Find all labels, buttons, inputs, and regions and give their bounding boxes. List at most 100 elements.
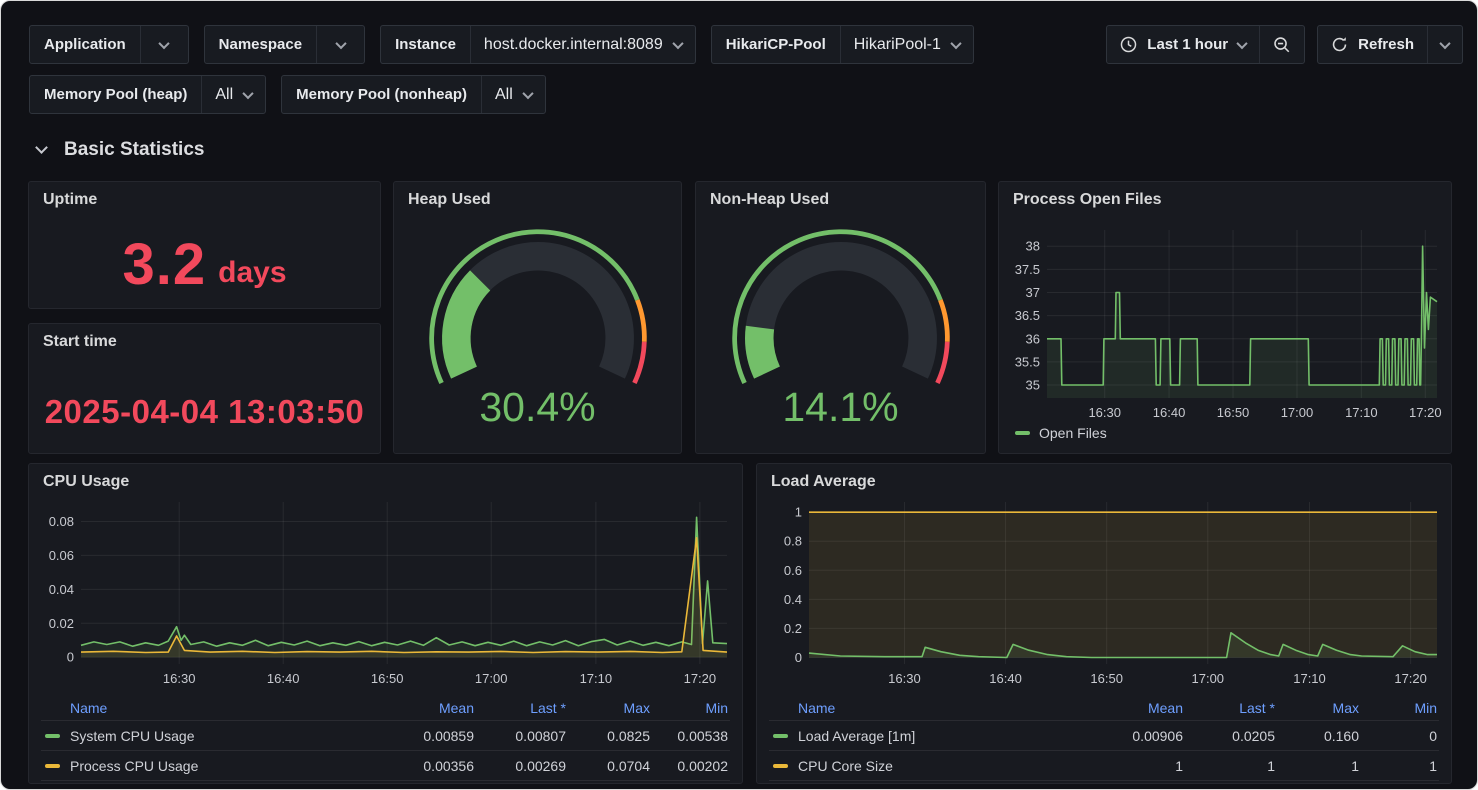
series-name[interactable]: CPU Core Size — [798, 758, 893, 774]
max-value: 0.160 — [1277, 728, 1361, 744]
series-swatch — [773, 764, 788, 768]
svg-text:0.4: 0.4 — [784, 592, 802, 607]
svg-text:0.04: 0.04 — [49, 582, 74, 597]
open-files-chart[interactable]: 16:3016:4016:5017:0017:1017:203535.53636… — [1003, 222, 1447, 424]
variable-memory-pool-heap-select[interactable]: All — [201, 76, 265, 113]
variables-row-2: Memory Pool (heap) All Memory Pool (nonh… — [29, 75, 546, 114]
last-value: 0.00807 — [476, 728, 568, 744]
uptime-stat: 3.2 days — [29, 220, 380, 308]
time-range-picker[interactable]: Last 1 hour — [1107, 26, 1259, 63]
panel-title[interactable]: Process Open Files — [1013, 191, 1162, 209]
start-time-value: 2025-04-04 13:03:50 — [29, 370, 380, 453]
svg-text:17:10: 17:10 — [1345, 405, 1378, 420]
legend-row-system-cpu: System CPU Usage 0.00859 0.00807 0.0825 … — [41, 721, 730, 751]
svg-text:16:30: 16:30 — [888, 671, 921, 686]
panel-title[interactable]: CPU Usage — [43, 473, 129, 491]
variable-memory-pool-nonheap[interactable]: Memory Pool (nonheap) All — [281, 75, 546, 114]
panel-heap-used: Heap Used 30.4% — [393, 181, 682, 454]
variable-memory-pool-heap[interactable]: Memory Pool (heap) All — [29, 75, 266, 114]
legend-col-mean[interactable]: Mean — [1089, 700, 1185, 716]
svg-text:17:00: 17:00 — [1281, 405, 1314, 420]
svg-text:0.8: 0.8 — [784, 534, 802, 549]
variable-application-select[interactable] — [140, 26, 188, 63]
chevron-down-icon — [522, 87, 533, 98]
chevron-down-icon — [159, 37, 170, 48]
legend-row-process-cpu: Process CPU Usage 0.00356 0.00269 0.0704… — [41, 751, 730, 781]
svg-text:36.5: 36.5 — [1015, 308, 1040, 323]
legend-col-last[interactable]: Last * — [1185, 700, 1277, 716]
legend-col-max[interactable]: Max — [1277, 700, 1361, 716]
panel-title[interactable]: Heap Used — [408, 191, 491, 209]
svg-text:16:40: 16:40 — [989, 671, 1022, 686]
svg-text:16:40: 16:40 — [1153, 405, 1186, 420]
legend-row-cpu-core-size: CPU Core Size 1 1 1 1 — [769, 751, 1439, 781]
chevron-down-icon — [335, 37, 346, 48]
zoom-out-icon — [1273, 36, 1291, 54]
series-name[interactable]: Load Average [1m] — [798, 728, 915, 744]
chevron-down-icon — [242, 87, 253, 98]
variable-namespace[interactable]: Namespace — [204, 25, 365, 64]
legend-row-load-average: Load Average [1m] 0.00906 0.0205 0.160 0 — [769, 721, 1439, 751]
variable-instance[interactable]: Instance host.docker.internal:8089 — [380, 25, 696, 64]
svg-text:35: 35 — [1026, 378, 1040, 393]
panel-title[interactable]: Load Average — [771, 473, 876, 491]
variable-application[interactable]: Application — [29, 25, 189, 64]
refresh-button[interactable]: Refresh — [1318, 26, 1427, 63]
svg-text:38: 38 — [1026, 239, 1040, 254]
series-name[interactable]: Process CPU Usage — [70, 758, 198, 774]
legend-col-name[interactable]: Name — [41, 700, 380, 716]
variable-namespace-label: Namespace — [205, 26, 316, 63]
legend-col-name[interactable]: Name — [769, 700, 1089, 716]
svg-text:35.5: 35.5 — [1015, 354, 1040, 369]
refresh-label: Refresh — [1358, 36, 1414, 53]
variable-memory-pool-nonheap-select[interactable]: All — [481, 76, 545, 113]
uptime-unit: days — [218, 256, 286, 290]
variable-instance-value: host.docker.internal:8089 — [484, 36, 663, 54]
variable-memory-pool-heap-value: All — [215, 86, 233, 104]
mean-value: 0.00356 — [380, 758, 476, 774]
panel-nonheap-used: Non-Heap Used 14.1% — [695, 181, 986, 454]
load-average-chart[interactable]: 16:3016:4016:5017:0017:1017:2000.20.40.6… — [765, 494, 1447, 690]
refresh-interval-dropdown[interactable] — [1427, 26, 1462, 63]
series-swatch — [45, 764, 60, 768]
uptime-value: 3.2 — [122, 231, 206, 298]
section-basic-statistics[interactable]: Basic Statistics — [37, 139, 204, 161]
panel-process-open-files: Process Open Files 16:3016:4016:5017:001… — [998, 181, 1452, 454]
min-value: 1 — [1361, 758, 1439, 774]
time-controls: Last 1 hour Refresh — [1106, 25, 1463, 64]
legend-col-mean[interactable]: Mean — [380, 700, 476, 716]
variable-hikaricp-pool-value: HikariPool-1 — [854, 36, 941, 54]
svg-text:17:00: 17:00 — [475, 671, 508, 686]
series-swatch — [773, 734, 788, 738]
variable-hikaricp-pool-select[interactable]: HikariPool-1 — [840, 26, 973, 63]
svg-text:36: 36 — [1026, 331, 1040, 346]
legend-col-max[interactable]: Max — [568, 700, 652, 716]
variable-instance-select[interactable]: host.docker.internal:8089 — [470, 26, 695, 63]
variable-namespace-select[interactable] — [316, 26, 364, 63]
legend-col-min[interactable]: Min — [1361, 700, 1439, 716]
min-value: 0.00202 — [652, 758, 730, 774]
panel-start-time: Start time 2025-04-04 13:03:50 — [28, 323, 381, 454]
section-title: Basic Statistics — [64, 139, 204, 161]
mean-value: 1 — [1089, 758, 1185, 774]
series-name[interactable]: Open Files — [1039, 425, 1107, 441]
legend-col-min[interactable]: Min — [652, 700, 730, 716]
variable-instance-label: Instance — [381, 26, 470, 63]
panel-load-average: Load Average 16:3016:4016:5017:0017:1017… — [756, 463, 1452, 784]
series-name[interactable]: System CPU Usage — [70, 728, 194, 744]
panel-title[interactable]: Uptime — [43, 191, 97, 209]
svg-text:0.02: 0.02 — [49, 616, 74, 631]
variables-row-1: Application Namespace Instance host.dock… — [29, 25, 974, 64]
open-files-legend[interactable]: Open Files — [1015, 425, 1107, 441]
svg-text:17:20: 17:20 — [684, 671, 717, 686]
legend-col-last[interactable]: Last * — [476, 700, 568, 716]
load-legend-table: Name Mean Last * Max Min Load Average [1… — [769, 696, 1439, 781]
cpu-usage-chart[interactable]: 16:3016:4016:5017:0017:1017:2000.020.040… — [37, 494, 737, 690]
variable-memory-pool-heap-label: Memory Pool (heap) — [30, 76, 201, 113]
panel-title[interactable]: Start time — [43, 333, 117, 351]
zoom-out-button[interactable] — [1259, 26, 1304, 63]
variable-memory-pool-nonheap-label: Memory Pool (nonheap) — [282, 76, 481, 113]
panel-uptime: Uptime 3.2 days — [28, 181, 381, 309]
panel-title[interactable]: Non-Heap Used — [710, 191, 829, 209]
variable-hikaricp-pool[interactable]: HikariCP-Pool HikariPool-1 — [711, 25, 974, 64]
